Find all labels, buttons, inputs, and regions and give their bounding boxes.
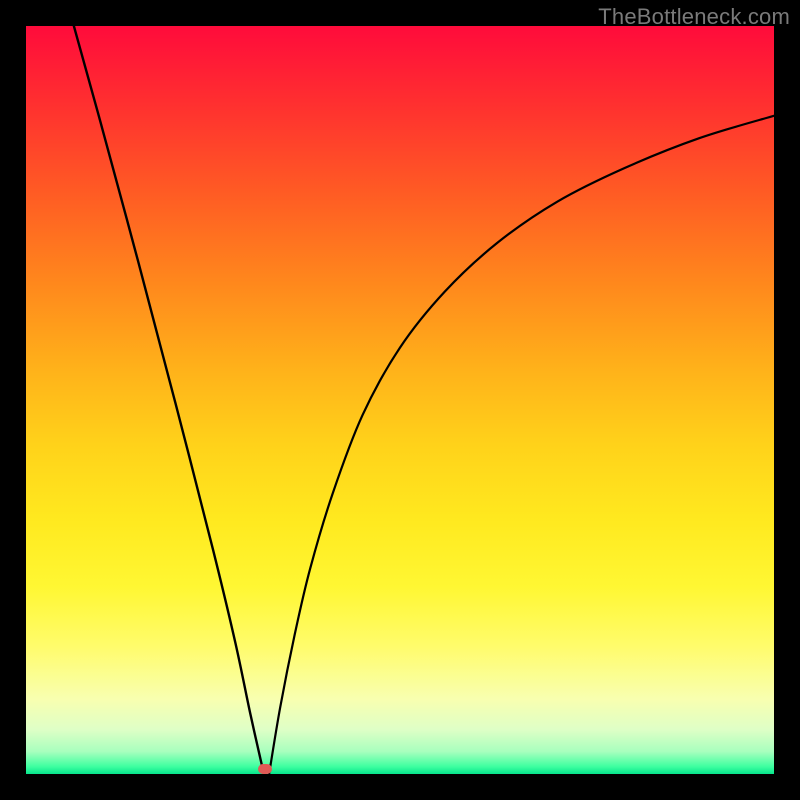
watermark-text: TheBottleneck.com (598, 4, 790, 30)
bottleneck-curve (26, 26, 774, 774)
optimal-marker (258, 764, 272, 774)
chart-area (26, 26, 774, 774)
